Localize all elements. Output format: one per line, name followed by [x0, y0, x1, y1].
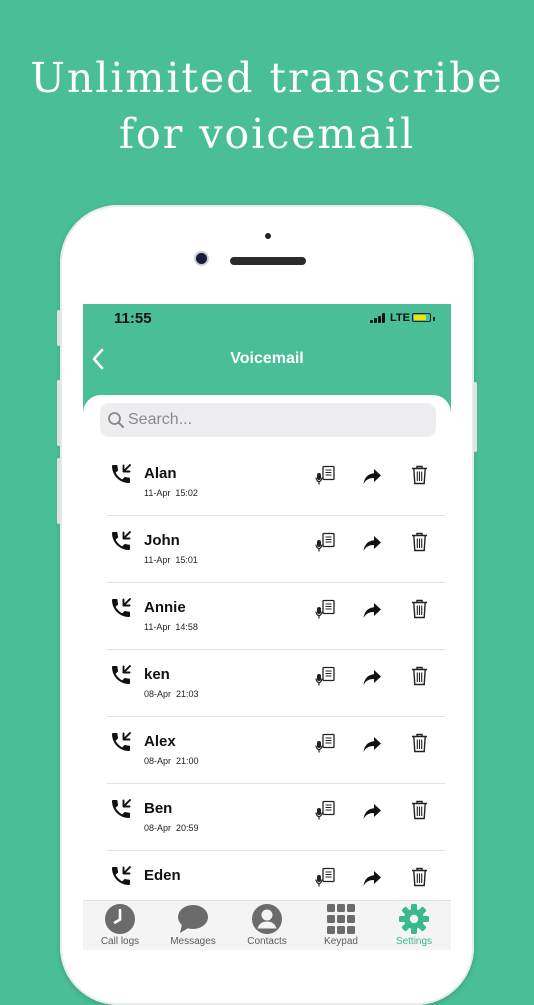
- tab-label: Messages: [170, 936, 216, 947]
- voicemail-datetime: 11-Apr 15:02: [144, 488, 198, 498]
- status-bar: 11:55 LTE: [83, 304, 451, 334]
- transcribe-icon[interactable]: [314, 799, 338, 823]
- voicemail-datetime: 11-Apr 14:58: [144, 622, 198, 632]
- caller-name: John: [144, 532, 180, 549]
- voicemail-date: 08-Apr: [144, 823, 172, 833]
- caller-name: Alex: [144, 733, 176, 750]
- transcribe-icon[interactable]: [314, 665, 338, 689]
- status-time: 11:55: [114, 310, 152, 327]
- phone-camera: [194, 251, 209, 266]
- tab-keypad[interactable]: Keypad: [304, 901, 378, 950]
- voicemail-date: 11-Apr: [144, 622, 171, 632]
- voicemail-time: 21:03: [176, 689, 199, 699]
- caller-name: Alan: [144, 465, 177, 482]
- forward-icon[interactable]: [362, 600, 382, 620]
- tab-contacts[interactable]: Contacts: [230, 901, 304, 950]
- promo-headline: Unlimited transcribe for voicemail: [0, 50, 534, 162]
- tab-settings[interactable]: Settings: [377, 901, 451, 950]
- phone-callback-icon: [112, 464, 131, 483]
- forward-icon[interactable]: [362, 466, 382, 486]
- trash-icon[interactable]: [411, 665, 428, 686]
- caller-name: Annie: [144, 599, 186, 616]
- voicemail-row[interactable]: John 11-Apr 15:01: [107, 516, 445, 583]
- voicemail-datetime: 08-Apr 20:59: [144, 823, 199, 833]
- nav-bar: Voicemail: [83, 334, 451, 394]
- forward-icon[interactable]: [362, 801, 382, 821]
- tab-label: Call logs: [100, 936, 140, 947]
- clock-icon: [104, 903, 136, 935]
- caller-name: ken: [144, 666, 170, 683]
- voicemail-date: 08-Apr: [144, 756, 172, 766]
- gear-icon: [398, 903, 430, 935]
- person-icon: [251, 903, 283, 935]
- search-icon: [108, 412, 124, 428]
- chat-bubble-icon: [177, 903, 209, 935]
- phone-speaker: [230, 257, 306, 265]
- forward-icon[interactable]: [362, 734, 382, 754]
- trash-icon[interactable]: [411, 799, 428, 820]
- voicemail-row[interactable]: Annie 11-Apr 14:58: [107, 583, 445, 650]
- voicemail-datetime: 08-Apr 21:03: [144, 689, 199, 699]
- phone-side-button: [473, 382, 477, 452]
- content-sheet: Search... Alan 11-Apr 15:02 John 11-Apr …: [83, 395, 451, 950]
- voicemail-list: Alan 11-Apr 15:02 John 11-Apr 15:01 Anni…: [107, 449, 445, 918]
- voicemail-row[interactable]: Alan 11-Apr 15:02: [107, 449, 445, 516]
- app-screen: 11:55 LTE Voicemail Search... Alan 11-Ap…: [83, 304, 451, 950]
- phone-side-button: [57, 380, 61, 446]
- phone-callback-icon: [112, 531, 131, 550]
- voicemail-time: 20:59: [176, 823, 199, 833]
- phone-callback-icon: [112, 799, 131, 818]
- tab-label: Settings: [395, 936, 433, 947]
- transcribe-icon[interactable]: [314, 732, 338, 756]
- network-type: LTE: [390, 312, 410, 324]
- caller-name: Eden: [144, 867, 181, 884]
- phone-callback-icon: [112, 866, 131, 885]
- tab-label: Keypad: [324, 936, 358, 947]
- search-placeholder: Search...: [128, 411, 193, 428]
- phone-callback-icon: [112, 598, 131, 617]
- phone-callback-icon: [112, 665, 131, 684]
- battery-icon: [412, 313, 435, 322]
- voicemail-time: 21:00: [176, 756, 199, 766]
- trash-icon[interactable]: [411, 732, 428, 753]
- tab-messages[interactable]: Messages: [156, 901, 230, 950]
- voicemail-row[interactable]: ken 08-Apr 21:03: [107, 650, 445, 717]
- caller-name: Ben: [144, 800, 173, 817]
- voicemail-datetime: 11-Apr 15:01: [144, 555, 198, 565]
- voicemail-time: 15:02: [175, 488, 198, 498]
- forward-icon[interactable]: [362, 667, 382, 687]
- phone-sensor: [265, 233, 271, 239]
- trash-icon[interactable]: [411, 531, 428, 552]
- phone-callback-icon: [112, 732, 131, 751]
- keypad-icon: [325, 903, 357, 935]
- tab-call-logs[interactable]: Call logs: [83, 901, 157, 950]
- voicemail-date: 08-Apr: [144, 689, 172, 699]
- phone-side-button: [57, 458, 61, 524]
- transcribe-icon[interactable]: [314, 866, 338, 890]
- voicemail-datetime: 08-Apr 21:00: [144, 756, 199, 766]
- transcribe-icon[interactable]: [314, 464, 338, 488]
- voicemail-row[interactable]: Alex 08-Apr 21:00: [107, 717, 445, 784]
- voicemail-time: 15:01: [175, 555, 198, 565]
- search-input[interactable]: Search...: [100, 403, 436, 437]
- voicemail-date: 11-Apr: [144, 488, 171, 498]
- forward-icon[interactable]: [362, 533, 382, 553]
- transcribe-icon[interactable]: [314, 531, 338, 555]
- voicemail-time: 14:58: [175, 622, 198, 632]
- transcribe-icon[interactable]: [314, 598, 338, 622]
- trash-icon[interactable]: [411, 598, 428, 619]
- tab-label: Contacts: [247, 936, 287, 947]
- voicemail-date: 11-Apr: [144, 555, 171, 565]
- trash-icon[interactable]: [411, 866, 428, 887]
- voicemail-row[interactable]: Ben 08-Apr 20:59: [107, 784, 445, 851]
- tab-bar: Call logs Messages Contacts Keypad Settings: [83, 900, 451, 950]
- signal-icon: [370, 313, 386, 323]
- forward-icon[interactable]: [362, 868, 382, 888]
- headline-line-2: for voicemail: [118, 110, 416, 158]
- trash-icon[interactable]: [411, 464, 428, 485]
- phone-side-button: [57, 310, 61, 346]
- page-title: Voicemail: [230, 350, 304, 367]
- headline-line-1: Unlimited transcribe: [30, 54, 504, 102]
